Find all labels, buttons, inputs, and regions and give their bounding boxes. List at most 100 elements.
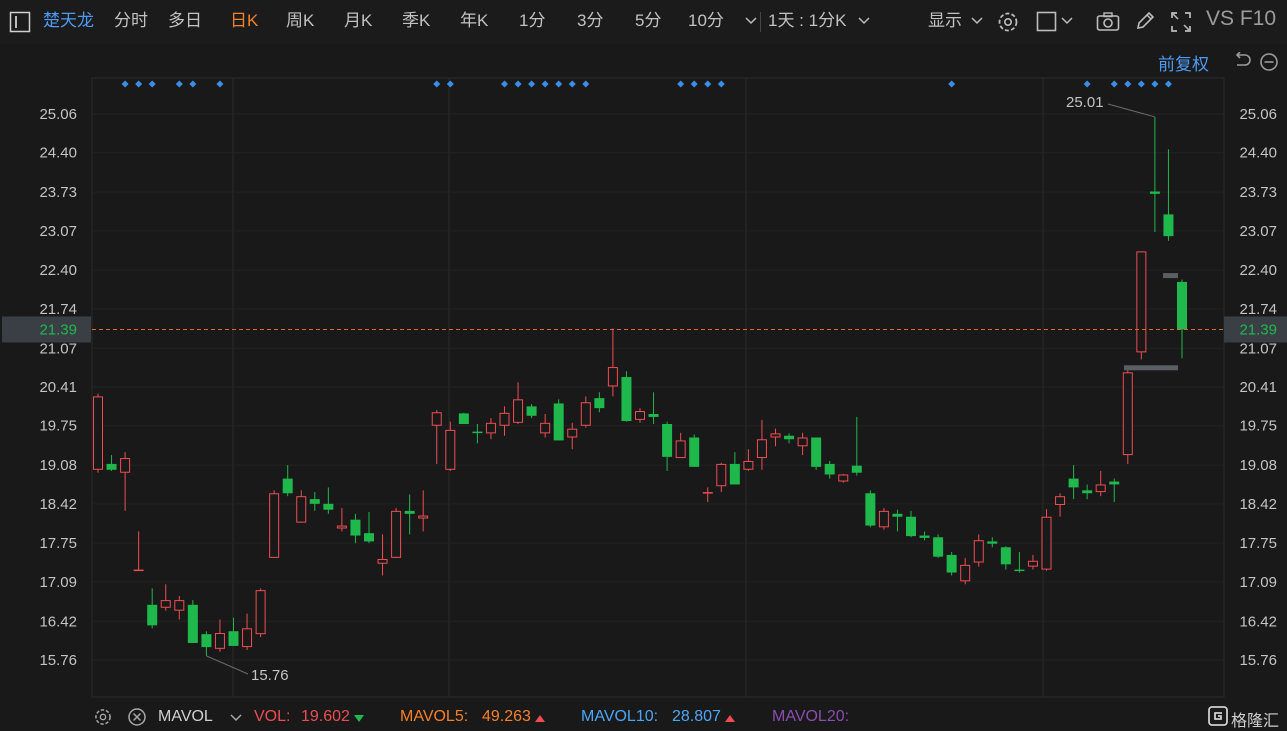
candle[interactable]	[702, 487, 713, 503]
candle[interactable]	[946, 551, 957, 576]
event-marker[interactable]	[433, 80, 441, 88]
event-marker[interactable]	[690, 80, 698, 88]
candle[interactable]	[919, 531, 930, 541]
event-marker[interactable]	[677, 80, 685, 88]
candle[interactable]	[499, 406, 510, 436]
candle[interactable]	[797, 432, 808, 456]
candle[interactable]	[1068, 465, 1079, 500]
event-marker[interactable]	[514, 80, 522, 88]
candle[interactable]	[391, 507, 402, 558]
candle[interactable]	[675, 432, 686, 459]
event-marker[interactable]	[528, 80, 536, 88]
candle[interactable]	[106, 455, 117, 471]
event-marker[interactable]	[1164, 80, 1172, 88]
candle[interactable]	[1041, 509, 1052, 571]
candle[interactable]	[906, 510, 916, 538]
candle[interactable]	[309, 492, 320, 511]
candle[interactable]	[865, 490, 876, 528]
candle[interactable]	[242, 613, 253, 651]
candle[interactable]	[838, 473, 849, 483]
settings-icon[interactable]	[93, 707, 113, 727]
candle[interactable]	[594, 392, 605, 413]
candle[interactable]	[1136, 251, 1147, 360]
candle[interactable]	[689, 434, 700, 467]
candle[interactable]	[282, 465, 293, 497]
candle[interactable]	[513, 382, 524, 424]
candle[interactable]	[973, 534, 984, 567]
candle[interactable]	[472, 423, 483, 444]
candle[interactable]	[987, 537, 998, 548]
candle[interactable]	[174, 596, 185, 620]
event-marker[interactable]	[1083, 80, 1091, 88]
candle[interactable]	[1014, 551, 1025, 573]
candle[interactable]	[770, 428, 781, 447]
candle[interactable]	[255, 588, 266, 638]
candle[interactable]	[1000, 546, 1011, 570]
candle[interactable]	[1163, 149, 1174, 241]
candle[interactable]	[201, 631, 212, 656]
candle[interactable]	[418, 490, 429, 532]
candle[interactable]	[662, 421, 673, 471]
candle[interactable]	[526, 404, 537, 419]
candle[interactable]	[323, 487, 334, 514]
candlestick-chart[interactable]: 25.06 25.06 24.40 24.40 23.73 23.73 23.07 23.07…	[0, 0, 1287, 702]
candle[interactable]	[377, 534, 388, 576]
candle[interactable]	[120, 452, 131, 511]
candle[interactable]	[364, 512, 374, 544]
event-marker[interactable]	[582, 80, 590, 88]
candle[interactable]	[729, 452, 740, 485]
candle[interactable]	[933, 534, 944, 558]
candle[interactable]	[296, 490, 307, 523]
event-marker[interactable]	[704, 80, 712, 88]
event-marker[interactable]	[1151, 80, 1159, 88]
candle[interactable]	[553, 399, 564, 441]
candle[interactable]	[743, 449, 754, 471]
candle[interactable]	[567, 422, 578, 450]
candle[interactable]	[214, 619, 225, 652]
candle[interactable]	[228, 617, 239, 646]
candle[interactable]	[635, 408, 645, 423]
candle[interactable]	[607, 328, 618, 397]
event-marker[interactable]	[175, 80, 183, 88]
close-icon[interactable]	[127, 707, 147, 727]
event-marker[interactable]	[189, 80, 197, 88]
candle[interactable]	[404, 494, 415, 535]
candle[interactable]	[187, 600, 198, 643]
candle[interactable]	[269, 490, 280, 558]
candle[interactable]	[784, 433, 795, 444]
candle[interactable]	[93, 393, 103, 473]
candle[interactable]	[1082, 484, 1093, 500]
event-marker[interactable]	[1137, 80, 1145, 88]
candle[interactable]	[133, 531, 144, 572]
indicator-name[interactable]: MAVOL	[158, 708, 213, 726]
candle[interactable]	[431, 409, 442, 464]
chevron-down-icon[interactable]	[229, 706, 243, 728]
event-marker[interactable]	[717, 80, 725, 88]
candle[interactable]	[716, 462, 727, 493]
candle[interactable]	[824, 460, 835, 479]
candle[interactable]	[1095, 470, 1106, 497]
candle[interactable]	[756, 419, 767, 470]
candle[interactable]	[350, 513, 361, 544]
event-marker[interactable]	[555, 80, 563, 88]
event-marker[interactable]	[1110, 80, 1118, 88]
candle[interactable]	[811, 437, 822, 470]
candle[interactable]	[540, 414, 551, 438]
candle[interactable]	[878, 507, 889, 530]
event-marker[interactable]	[446, 80, 454, 88]
event-marker[interactable]	[135, 80, 143, 88]
candle[interactable]	[960, 557, 971, 585]
candle[interactable]	[458, 412, 469, 424]
candle[interactable]	[892, 509, 903, 532]
candle[interactable]	[621, 371, 632, 422]
event-marker[interactable]	[121, 80, 129, 88]
candle[interactable]	[648, 392, 659, 424]
candle[interactable]	[1109, 478, 1120, 503]
candle[interactable]	[336, 507, 347, 532]
candle[interactable]	[580, 396, 591, 428]
event-marker[interactable]	[948, 80, 956, 88]
candle[interactable]	[147, 588, 158, 629]
candle[interactable]	[1027, 554, 1038, 570]
candle[interactable]	[445, 421, 456, 471]
event-marker[interactable]	[216, 80, 224, 88]
